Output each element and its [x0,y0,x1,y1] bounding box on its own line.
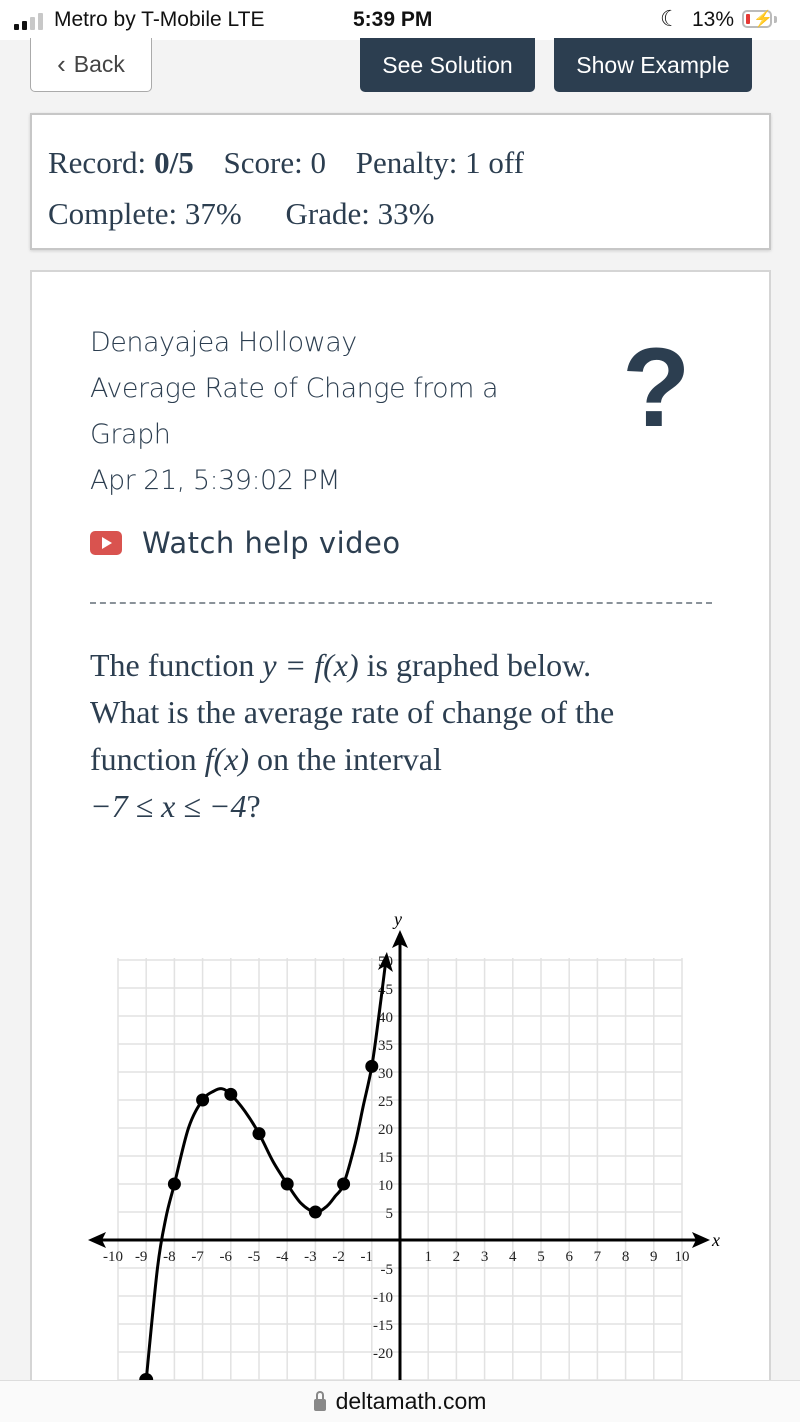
question-text-part: is graphed below. [358,647,592,683]
moon-icon: ☾ [660,6,680,31]
record-row-2: Complete: 37% Grade: 33% [48,188,769,239]
record-label: Record: [48,145,147,180]
chevron-left-icon: ‹ [57,49,66,79]
question-line-2: What is the average rate of change of th… [90,694,615,730]
back-label: Back [73,51,125,77]
back-button[interactable]: ‹ Back [30,38,152,92]
dashed-divider [90,602,712,604]
battery-tip [774,16,777,23]
math-expression: f(x) [204,741,250,777]
complete-stat: Complete: 37% [48,196,242,231]
record-value: 0/5 [154,145,194,180]
question-text-part: The function [90,647,263,683]
math-expression: y = f(x) [262,647,359,683]
battery-percent: 13% [692,8,735,31]
record-stat: Record: 0/5 [48,145,194,180]
see-solution-button[interactable]: See Solution [360,38,535,92]
question-line-3: function f(x) on the interval [90,736,730,783]
grade-stat: Grade: 33% [285,196,435,231]
watch-help-video-link[interactable]: Watch help video [90,526,401,560]
problem-title-line1: Average Rate of Change from a [90,373,499,404]
question-text-part: ? [246,788,261,824]
score-stat: Score: 0 [223,145,326,180]
carrier-label: Metro by T-Mobile LTE [54,8,265,31]
battery-charging-icon: ⚡ [742,10,773,28]
question-text-part: function [90,741,205,777]
lock-icon [313,1390,326,1411]
student-name: Denayajea Holloway [90,327,357,358]
status-bar: Metro by T-Mobile LTE 5:39 PM ☾ 13% ⚡ [0,0,800,40]
record-panel: Record: 0/5 Score: 0 Penalty: 1 off Compl… [30,113,771,250]
problem-card: Denayajea Holloway Average Rate of Chang… [30,270,771,1422]
penalty-stat: Penalty: 1 off [355,145,524,180]
show-example-button[interactable]: Show Example [554,38,752,92]
problem-timestamp: Apr 21, 5:39:02 PM [90,465,341,496]
problem-title-line2: Graph [90,419,171,450]
youtube-play-icon [90,531,122,555]
video-link-label: Watch help video [142,526,401,560]
interval-expression: −7 ≤ x ≤ −4 [90,788,247,824]
question-line-4: −7 ≤ x ≤ −4? [90,783,730,830]
help-question-icon[interactable]: ? [622,332,690,444]
clock: 5:39 PM [353,8,433,31]
url-domain: deltamath.com [335,1388,487,1414]
question-line-1: The function y = f(x) is graphed below. [90,642,730,689]
signal-icon [14,13,43,30]
question-text-part: on the interval [249,741,442,777]
question-text: The function y = f(x) is graphed below. … [90,642,730,830]
problem-meta: Denayajea Holloway Average Rate of Chang… [90,320,499,504]
browser-url-bar[interactable]: deltamath.com [0,1380,800,1422]
record-row-1: Record: 0/5 Score: 0 Penalty: 1 off [48,137,769,188]
